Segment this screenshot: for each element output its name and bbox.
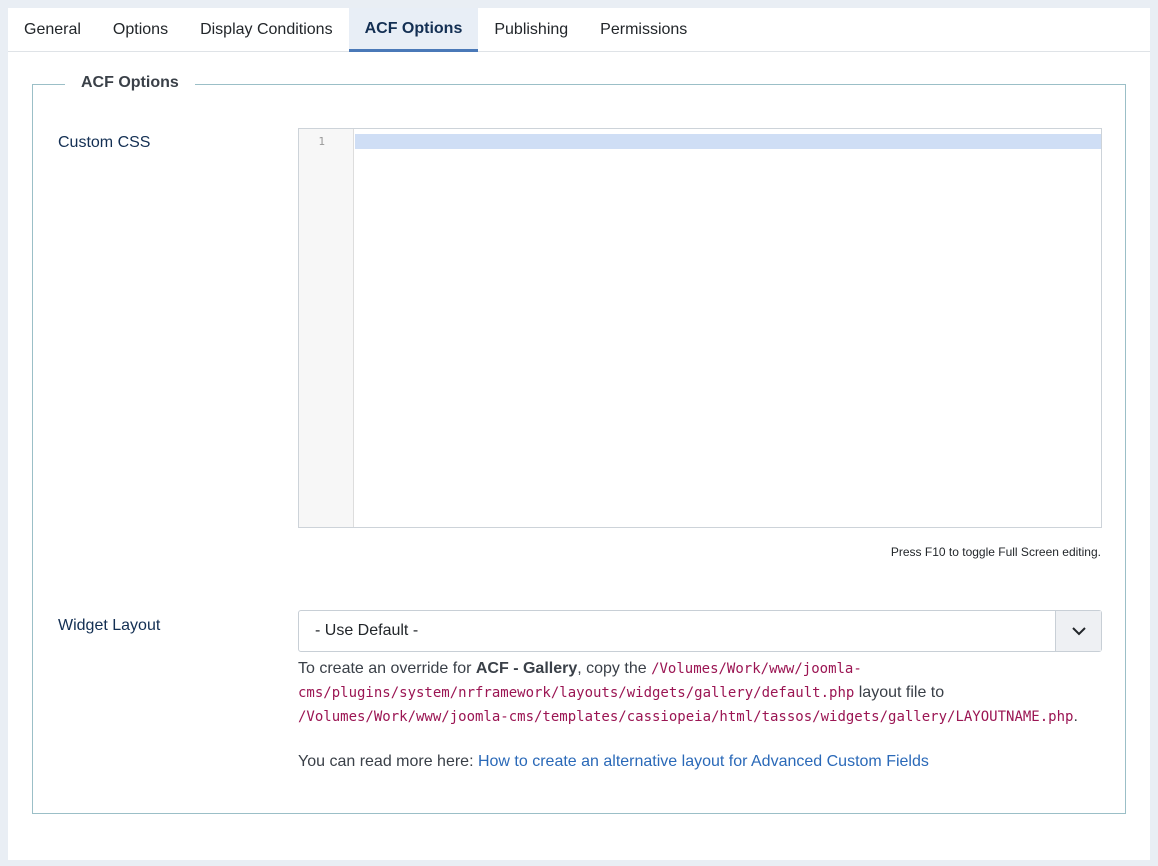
alternative-layout-link[interactable]: How to create an alternative layout for …: [478, 753, 929, 770]
tab-bar: General Options Display Conditions ACF O…: [8, 8, 1150, 52]
editor-gutter: 1: [299, 129, 354, 527]
chevron-down-icon[interactable]: [1055, 611, 1101, 651]
override-description: To create an override for ACF - Gallery,…: [298, 660, 1078, 725]
custom-css-label: Custom CSS: [58, 134, 151, 151]
widget-layout-label: Widget Layout: [58, 617, 161, 634]
fieldset-legend: ACF Options: [65, 74, 195, 92]
tab-options[interactable]: Options: [97, 8, 184, 52]
tab-general[interactable]: General: [8, 8, 97, 52]
panel: General Options Display Conditions ACF O…: [8, 8, 1150, 860]
target-path: /Volumes/Work/www/joomla-cms/templates/c…: [298, 709, 1074, 725]
select-value: - Use Default -: [315, 622, 419, 639]
editor-active-line[interactable]: [355, 134, 1101, 149]
tab-display-conditions[interactable]: Display Conditions: [184, 8, 349, 52]
tab-publishing[interactable]: Publishing: [478, 8, 584, 52]
widget-layout-select[interactable]: - Use Default -: [298, 610, 1102, 652]
fullscreen-hint: Press F10 to toggle Full Screen editing.: [890, 545, 1101, 559]
acf-options-fieldset: ACF Options Custom CSS 1 Press F10 to to…: [32, 74, 1126, 814]
read-more: You can read more here: How to create an…: [298, 753, 929, 770]
tab-permissions[interactable]: Permissions: [584, 8, 703, 52]
tab-acf-options[interactable]: ACF Options: [348, 8, 479, 52]
line-number: 1: [318, 135, 325, 148]
custom-css-editor[interactable]: 1: [298, 128, 1102, 528]
widget-name: ACF - Gallery: [475, 660, 578, 677]
